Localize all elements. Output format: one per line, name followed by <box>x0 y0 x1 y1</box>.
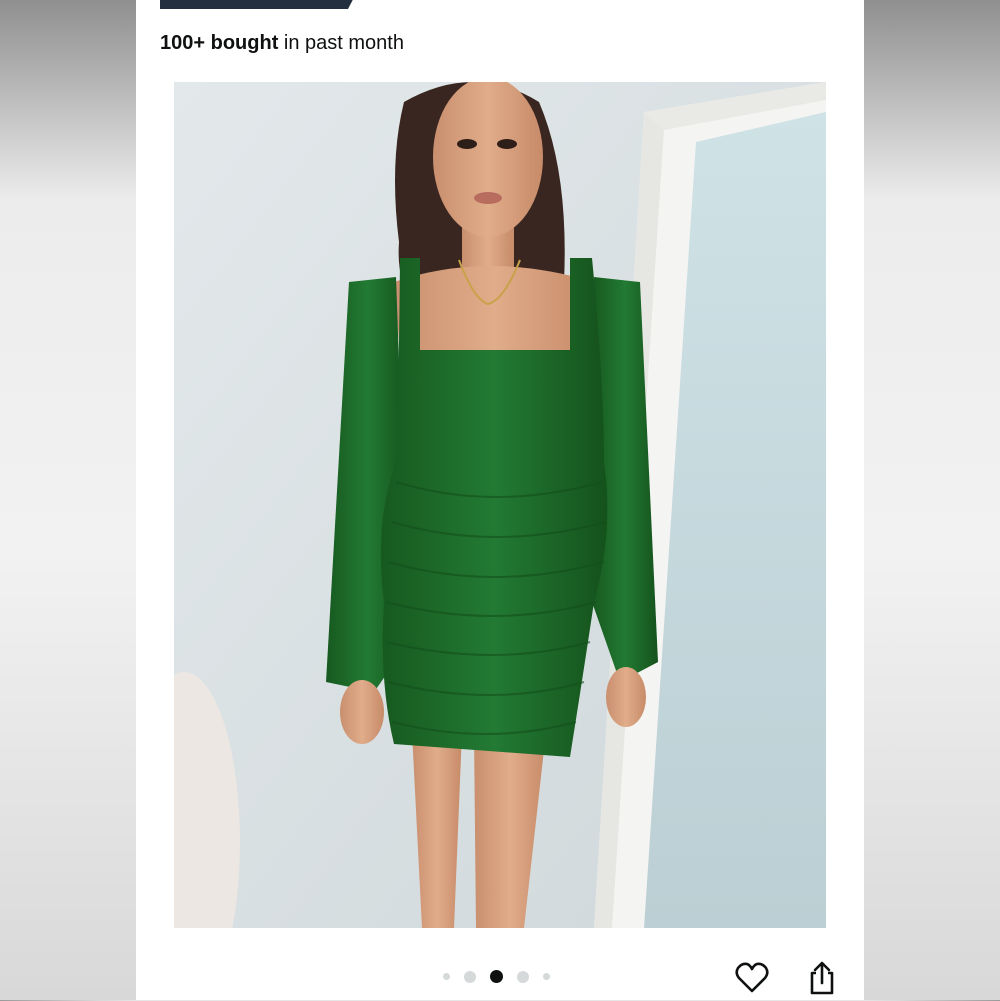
product-image[interactable] <box>174 82 826 928</box>
share-icon[interactable] <box>804 960 840 996</box>
gallery-dot-3-active[interactable] <box>490 970 503 983</box>
gallery-dot-4[interactable] <box>517 970 529 983</box>
background-left-blur <box>0 0 136 1000</box>
heart-icon[interactable] <box>734 960 770 996</box>
background-right-blur <box>864 0 1000 1000</box>
product-photo-illustration <box>174 82 826 928</box>
deal-badge <box>160 0 360 9</box>
product-card: 100+ bought in past month <box>136 0 864 1000</box>
gallery-pagination <box>436 970 557 983</box>
gallery-dot-5[interactable] <box>543 973 550 980</box>
bought-count: 100+ bought in past month <box>160 32 404 55</box>
gallery-dot-2[interactable] <box>464 970 476 983</box>
bought-count-suffix: in past month <box>278 32 404 54</box>
bought-count-bold: 100+ bought <box>160 32 279 54</box>
gallery-dot-1[interactable] <box>443 973 450 980</box>
